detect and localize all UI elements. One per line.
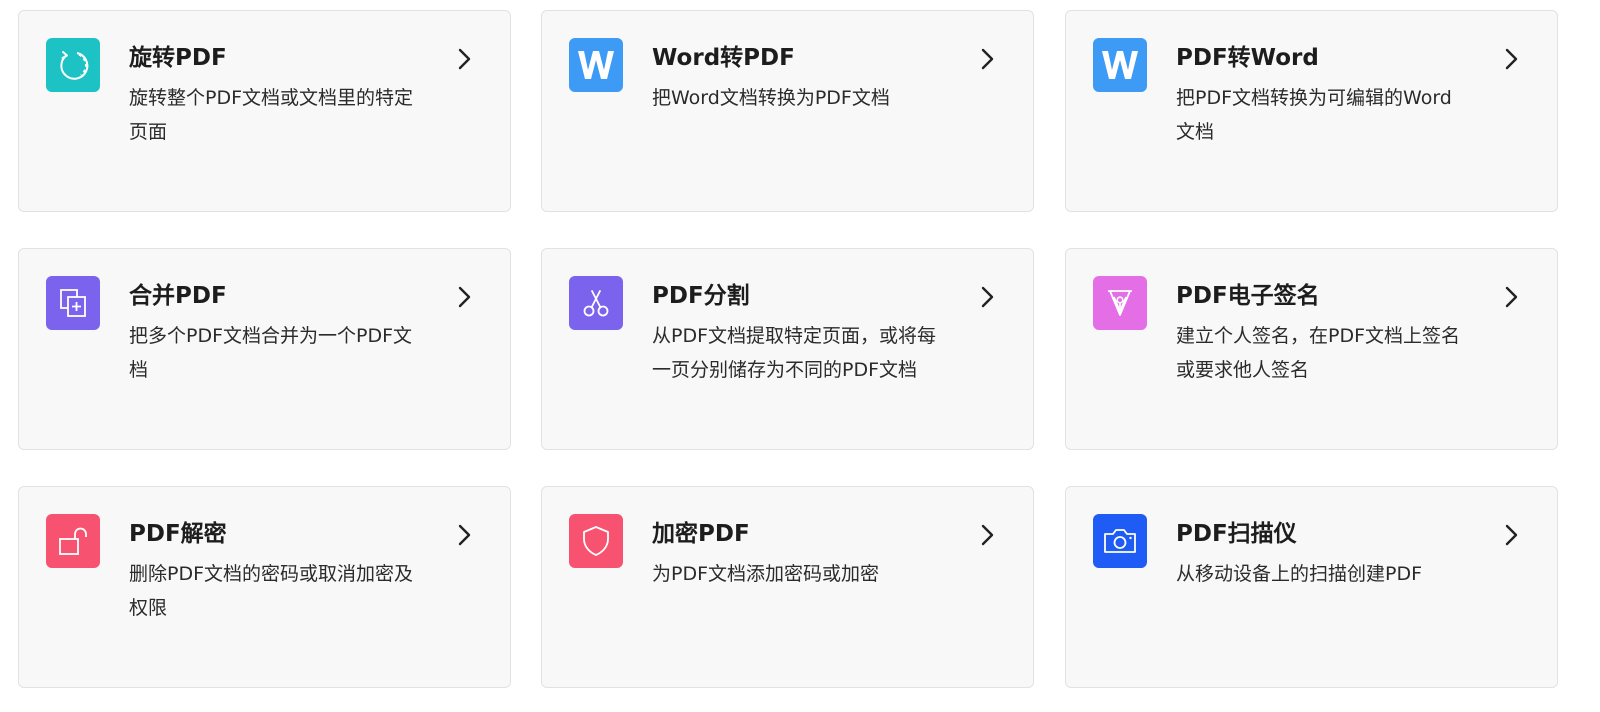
card-title: Word转PDF — [652, 45, 795, 71]
card-title: PDF扫描仪 — [1176, 521, 1297, 547]
card-description: 从移动设备上的扫描创建PDF — [1176, 563, 1423, 585]
card-description: 建立个人签名，在PDF文档上签名或要求他人签名 — [1176, 325, 1461, 381]
card-description: 为PDF文档添加密码或加密 — [652, 563, 880, 585]
chevron-right-icon — [981, 524, 994, 546]
pen-nib-icon — [1093, 276, 1147, 330]
scissors-icon — [569, 276, 623, 330]
card-description: 从PDF文档提取特定页面，或将每一页分别储存为不同的PDF文档 — [652, 325, 937, 381]
chevron-right-icon — [1505, 286, 1518, 308]
word-icon — [569, 38, 623, 92]
chevron-right-icon — [458, 524, 471, 546]
card-description: 删除PDF文档的密码或取消加密及权限 — [129, 563, 414, 619]
card-esign-pdf[interactable]: PDF电子签名 建立个人签名，在PDF文档上签名或要求他人签名 — [1065, 248, 1558, 450]
card-merge-pdf[interactable]: 合并PDF 把多个PDF文档合并为一个PDF文档 — [18, 248, 511, 450]
card-title: 加密PDF — [652, 521, 750, 547]
card-description: 把多个PDF文档合并为一个PDF文档 — [129, 325, 413, 381]
card-split-pdf[interactable]: PDF分割 从PDF文档提取特定页面，或将每一页分别储存为不同的PDF文档 — [541, 248, 1034, 450]
rotate-icon — [46, 38, 100, 92]
shield-icon — [569, 514, 623, 568]
merge-icon — [46, 276, 100, 330]
unlock-icon — [46, 514, 100, 568]
card-pdf-to-word[interactable]: PDF转Word 把PDF文档转换为可编辑的Word文档 — [1065, 10, 1558, 212]
tool-grid: 旋转PDF 旋转整个PDF文档或文档里的特定页面 Word转PDF 把Word文… — [0, 0, 1600, 712]
card-title: PDF分割 — [652, 283, 750, 309]
card-title: PDF转Word — [1176, 45, 1319, 71]
card-description: 把PDF文档转换为可编辑的Word文档 — [1176, 87, 1452, 143]
card-title: 合并PDF — [129, 283, 227, 309]
chevron-right-icon — [981, 48, 994, 70]
card-rotate-pdf[interactable]: 旋转PDF 旋转整个PDF文档或文档里的特定页面 — [18, 10, 511, 212]
word-icon — [1093, 38, 1147, 92]
chevron-right-icon — [1505, 524, 1518, 546]
chevron-right-icon — [1505, 48, 1518, 70]
card-title: PDF解密 — [129, 521, 227, 547]
card-description: 旋转整个PDF文档或文档里的特定页面 — [129, 87, 414, 143]
chevron-right-icon — [458, 286, 471, 308]
card-word-to-pdf[interactable]: Word转PDF 把Word文档转换为PDF文档 — [541, 10, 1034, 212]
card-title: PDF电子签名 — [1176, 283, 1320, 309]
camera-icon — [1093, 514, 1147, 568]
chevron-right-icon — [981, 286, 994, 308]
card-description: 把Word文档转换为PDF文档 — [652, 87, 890, 109]
chevron-right-icon — [458, 48, 471, 70]
card-encrypt-pdf[interactable]: 加密PDF 为PDF文档添加密码或加密 — [541, 486, 1034, 688]
card-decrypt-pdf[interactable]: PDF解密 删除PDF文档的密码或取消加密及权限 — [18, 486, 511, 688]
card-title: 旋转PDF — [129, 45, 227, 71]
card-pdf-scanner[interactable]: PDF扫描仪 从移动设备上的扫描创建PDF — [1065, 486, 1558, 688]
